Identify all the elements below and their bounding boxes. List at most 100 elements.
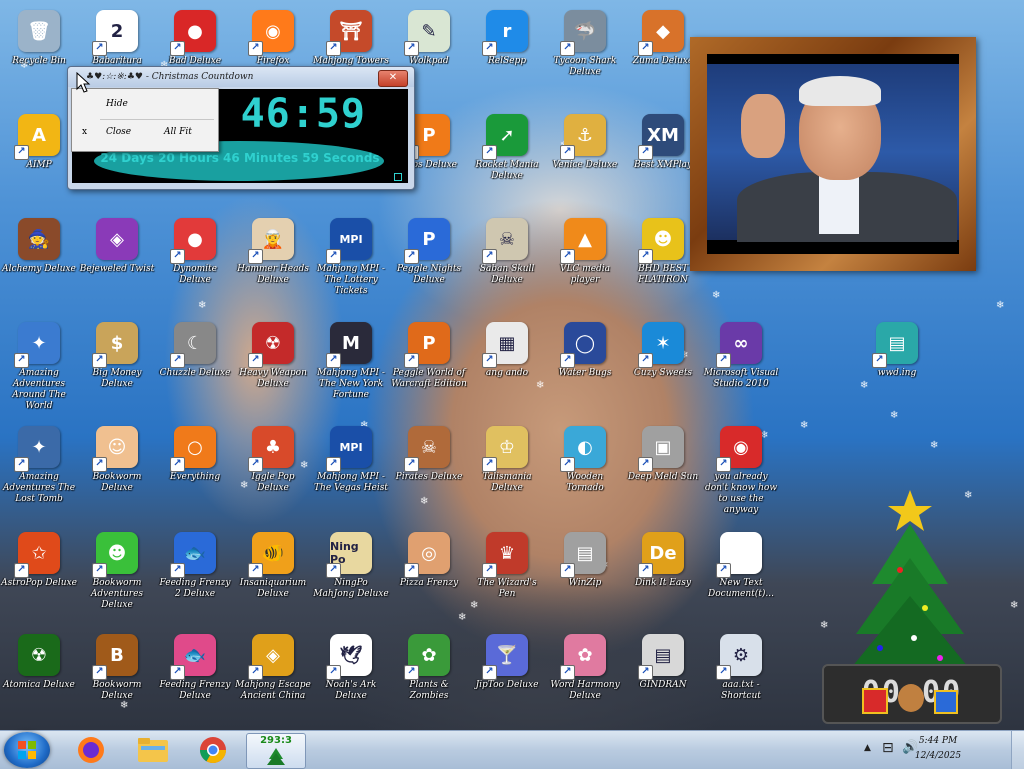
show-hidden-icons-icon[interactable]: ▲ [864, 743, 871, 753]
menu-item-hide[interactable]: Hide [106, 99, 128, 109]
desktop-icon[interactable]: ☾ ↗ Chuzzle Deluxe [156, 316, 234, 412]
desktop-icon-label: Mahjong MPI - The New York Fortune [317, 368, 385, 400]
desktop-icon[interactable]: ◈ ↗ Mahjong Escape Ancient China [234, 628, 312, 724]
desktop-icon[interactable]: ↗ New Text Document(t)... [702, 526, 780, 622]
shortcut-arrow-icon: ↗ [248, 665, 263, 680]
shortcut-arrow-icon: ↗ [92, 41, 107, 56]
desktop-icon[interactable]: 🧙 Alchemy Deluxe [0, 212, 78, 308]
desktop-icon[interactable]: ♛ ↗ The Wizard's Pen [468, 526, 546, 622]
menu-item-all-fit[interactable]: All Fit [164, 127, 192, 137]
desktop-icon[interactable]: ◎ ↗ Pizza Frenzy [390, 526, 468, 622]
desktop-icon[interactable]: 🦈 ↗ Tycoon Shark Deluxe [546, 4, 624, 100]
desktop-icon[interactable]: ◈ Bejeweled Twist [78, 212, 156, 308]
desktop-icon[interactable]: ▣ ↗ Deep Meld Sun [624, 420, 702, 516]
desktop-icon[interactable]: ○ ↗ Everything [156, 420, 234, 516]
desktop-icon-label: NingPo MahJong Deluxe [313, 578, 389, 599]
shortcut-arrow-icon: ↗ [560, 353, 575, 368]
desktop-icon[interactable]: ☻ ↗ Bookworm Adventures Deluxe [78, 526, 156, 622]
desktop-icon-label: Recycle Bin [12, 56, 66, 66]
shortcut-arrow-icon: ↗ [326, 353, 341, 368]
desktop-icon-label: Microsoft Visual Studio 2010 [703, 368, 779, 389]
desktop-icon-label: Feeding Frenzy Deluxe [159, 680, 231, 701]
desktop-icon[interactable]: 🐠 ↗ Insaniquarium Deluxe [234, 526, 312, 622]
desktop-icon[interactable]: P ↗ Peggle World of Warcraft Edition [390, 316, 468, 412]
desktop-icon[interactable]: ▤ ↗ WinZip [546, 526, 624, 622]
desktop-icon[interactable]: ✿ ↗ Plants & Zombies [390, 628, 468, 724]
app-icon: ♔ ↗ [482, 426, 528, 472]
tray-clock[interactable]: 5:44 PM 12/4/2025 [904, 734, 972, 764]
app-icon: MPI ↗ [326, 426, 372, 472]
desktop-icon[interactable]: 🕊 ↗ Noah's Ark Deluxe [312, 628, 390, 724]
shortcut-arrow-icon: ↗ [404, 563, 419, 578]
desktop-icon[interactable]: ⚓ ↗ Venice Deluxe [546, 108, 624, 204]
desktop-icon[interactable]: ☢ Atomica Deluxe [0, 628, 78, 724]
shortcut-arrow-icon: ↗ [482, 249, 497, 264]
desktop-icon[interactable]: ∞ ↗ Microsoft Visual Studio 2010 [702, 316, 780, 412]
show-desktop-button[interactable] [1011, 731, 1024, 769]
desktop-icon[interactable]: M ↗ Mahjong MPI - The New York Fortune [312, 316, 390, 412]
desktop-icon[interactable]: ☢ ↗ Heavy Weapon Deluxe [234, 316, 312, 412]
app-icon: ✿ ↗ [560, 634, 606, 680]
desktop-icon[interactable]: 🍸 ↗ JipToo Deluxe [468, 628, 546, 724]
desktop-icon[interactable]: MPI ↗ Mahjong MPI - The Lottery Tickets [312, 212, 390, 308]
desktop-icon[interactable]: B ↗ Bookworm Deluxe [78, 628, 156, 724]
desktop-icon[interactable]: ✦ ↗ Amazing Adventures The Lost Tomb [0, 420, 78, 516]
photo-frame-widget[interactable] [690, 37, 976, 271]
desktop-icon-label: Bookworm Adventures Deluxe [90, 578, 144, 610]
desktop-icon[interactable]: ♔ ↗ Talismania Deluxe [468, 420, 546, 516]
desktop-icon[interactable]: Ning Po ↗ NingPo MahJong Deluxe [312, 526, 390, 622]
desktop-icon[interactable]: $ ↗ Big Money Deluxe [78, 316, 156, 412]
start-button[interactable] [4, 732, 50, 768]
desktop-icon[interactable]: ➚ ↗ Rocket Mania Deluxe [468, 108, 546, 204]
close-button[interactable]: ✕ [378, 70, 408, 87]
desktop-icon[interactable]: MPI ↗ Mahjong MPI - The Vegas Heist [312, 420, 390, 516]
firefox-icon [78, 737, 104, 763]
shortcut-arrow-icon: ↗ [482, 457, 497, 472]
shortcut-arrow-icon: ↗ [326, 41, 341, 56]
desktop-icon[interactable]: ☠ ↗ Saban Skull Deluxe [468, 212, 546, 308]
shortcut-arrow-icon: ↗ [482, 145, 497, 160]
desktop-icon[interactable]: ▲ ↗ VLC media player [546, 212, 624, 308]
desktop-icon[interactable]: ☺ ↗ Bookworm Deluxe [78, 420, 156, 516]
countdown-titlebar[interactable]: ♣♥:☆:※:♣♥ - Christmas Countdown [68, 67, 414, 87]
app-icon: ▦ ↗ [482, 322, 528, 368]
desktop-icon[interactable]: ▤ ↗ wwd.ing [858, 316, 936, 412]
desktop-icon[interactable]: ◉ ↗ you already don't know how to use the … [702, 420, 780, 516]
desktop-icon[interactable]: ⚙ ↗ aaa.txt - Shortcut [702, 628, 780, 724]
desktop-icon[interactable]: ♣ ↗ Iggle Pop Deluxe [234, 420, 312, 516]
app-icon: ◎ ↗ [404, 532, 450, 578]
app-icon: 🐟 ↗ [170, 532, 216, 578]
desktop-icon[interactable]: ▦ ↗ ang ando [468, 316, 546, 412]
desktop-icon[interactable]: ✶ ↗ Cuzy Sweets [624, 316, 702, 412]
desktop-icon-label: Amazing Adventures Around The World [12, 368, 66, 411]
desktop-icon[interactable]: 🧝 ↗ Hammer Heads Deluxe [234, 212, 312, 308]
desktop-icon-label: Wooden Tornado [566, 472, 604, 493]
desktop-icon[interactable]: ◐ ↗ Wooden Tornado [546, 420, 624, 516]
desktop-icon[interactable]: r ↗ RelSepp [468, 4, 546, 100]
taskbar-countdown[interactable]: 293:3 [246, 733, 306, 769]
network-icon[interactable]: ⊟ [882, 740, 894, 756]
desktop-icon[interactable]: ✩ ↗ AstroPop Deluxe [0, 526, 78, 622]
taskbar-firefox[interactable] [62, 733, 120, 767]
app-icon: ▣ ↗ [638, 426, 684, 472]
desktop-icon[interactable]: ▤ ↗ GINDRAN [624, 628, 702, 724]
countdown-title: ♣♥:☆:※:♣♥ - Christmas Countdown [86, 72, 254, 82]
desktop-icon[interactable]: De ↗ Dink It Easy [624, 526, 702, 622]
desktop-icon[interactable]: 🐟 ↗ Feeding Frenzy 2 Deluxe [156, 526, 234, 622]
resize-grip-icon[interactable] [394, 173, 402, 181]
desktop-icon-label: aaa.txt - Shortcut [721, 680, 761, 701]
desktop-icon[interactable]: ✿ ↗ Word Harmony Deluxe [546, 628, 624, 724]
desktop-icon[interactable]: ☠ ↗ Pirates Deluxe [390, 420, 468, 516]
desktop-icon[interactable]: ● ↗ Dynomite Deluxe [156, 212, 234, 308]
desktop-icon[interactable]: 🐟 ↗ Feeding Frenzy Deluxe [156, 628, 234, 724]
shortcut-arrow-icon: ↗ [404, 249, 419, 264]
menu-item-close[interactable]: Close [106, 127, 131, 137]
gift-box-icon [934, 690, 958, 714]
desktop-icon[interactable]: ✦ ↗ Amazing Adventures Around The World [0, 316, 78, 412]
taskbar-chrome[interactable] [184, 733, 242, 767]
app-icon: ☻ ↗ [638, 218, 684, 264]
desktop-icon[interactable]: ◯ ↗ Water Bugs [546, 316, 624, 412]
desktop-icon-label: RelSepp [488, 56, 526, 66]
desktop-icon[interactable]: P ↗ Peggle Nights Deluxe [390, 212, 468, 308]
taskbar-explorer[interactable] [124, 733, 182, 767]
